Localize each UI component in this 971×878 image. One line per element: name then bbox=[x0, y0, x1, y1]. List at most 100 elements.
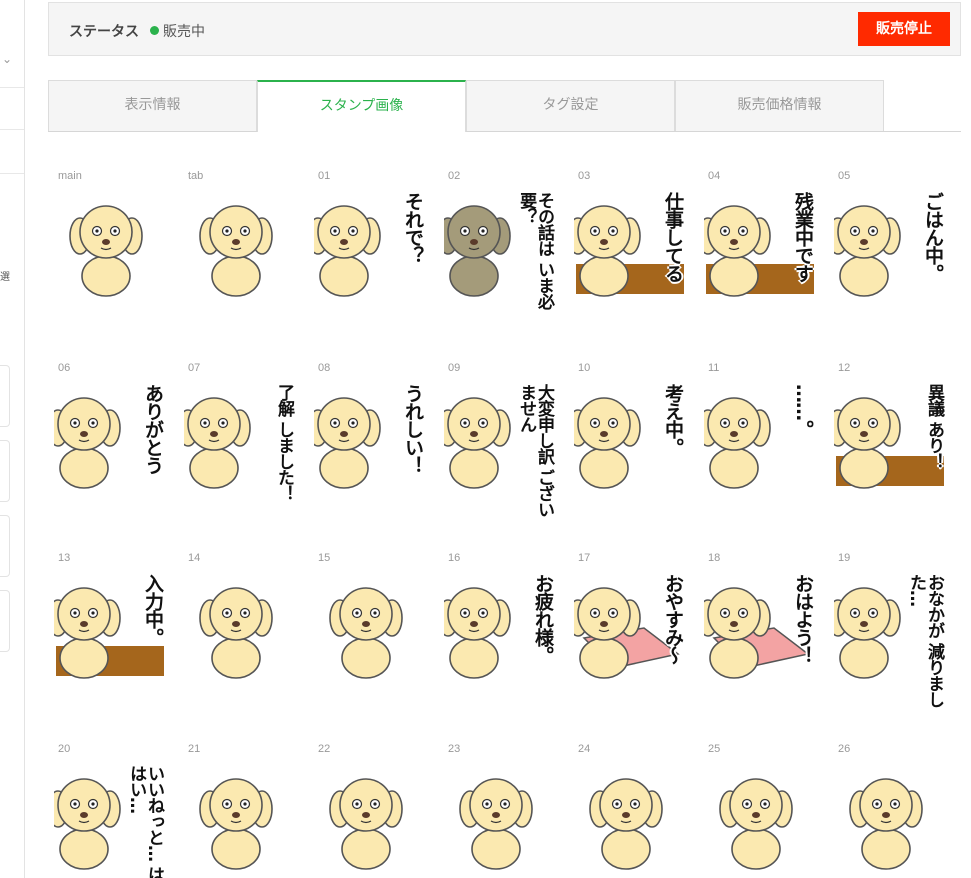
status-bar: ステータス 販売中 販売停止 bbox=[48, 2, 961, 56]
sticker-id: 13 bbox=[58, 552, 71, 564]
sticker-id: 12 bbox=[838, 362, 851, 374]
sticker-cell[interactable]: 14 bbox=[178, 552, 298, 722]
sticker-caption: うれしい！ bbox=[402, 384, 424, 474]
sticker-id: 14 bbox=[188, 552, 201, 564]
sticker-cell[interactable]: 24 bbox=[568, 743, 688, 878]
sticker-id: 18 bbox=[708, 552, 721, 564]
sticker-cell[interactable]: 07 了解 しました！ bbox=[178, 362, 298, 532]
sidebar-card[interactable] bbox=[0, 590, 10, 652]
sticker-id: 06 bbox=[58, 362, 71, 374]
sticker-cell[interactable]: 01 それで？ bbox=[308, 170, 428, 340]
sticker-cell[interactable]: 08 うれしい！ bbox=[308, 362, 428, 532]
sticker-cell[interactable]: 25 bbox=[698, 743, 818, 878]
sticker-caption: 大変申し訳 ございません bbox=[516, 384, 554, 517]
status-label: ステータス bbox=[69, 24, 139, 40]
sidebar-card[interactable] bbox=[0, 440, 10, 502]
sticker-cell[interactable]: 02 その話は いま必要？ bbox=[438, 170, 558, 340]
sticker-caption: 異議 あり！ bbox=[924, 384, 944, 469]
sticker-cell[interactable]: 09 大変申し訳 ございません bbox=[438, 362, 558, 532]
sticker-cell[interactable]: 22 bbox=[308, 743, 428, 878]
sidebar-item[interactable] bbox=[0, 88, 24, 130]
dog-sitting-icon bbox=[719, 778, 793, 870]
dog-face-icon bbox=[199, 205, 273, 297]
sticker-caption: ……。 bbox=[792, 384, 814, 438]
sticker-id: 26 bbox=[838, 743, 851, 755]
sticker-cell[interactable]: 13 入力中。 bbox=[48, 552, 168, 722]
sticker-cell[interactable]: 04 残業中です bbox=[698, 170, 818, 340]
dog-side-pose-icon bbox=[329, 587, 403, 679]
tab-bar: 表示情報 スタンプ画像 タグ設定 販売価格情報 bbox=[48, 80, 961, 132]
sticker-caption: 残業中です bbox=[792, 192, 814, 282]
sticker-id: 08 bbox=[318, 362, 331, 374]
dog-holding-meat-icon bbox=[69, 205, 143, 297]
sidebar-card[interactable] bbox=[0, 515, 10, 577]
dog-arms-crossed-icon bbox=[199, 587, 273, 679]
sticker-caption: 仕事してる bbox=[662, 192, 684, 282]
dog-sitting-icon bbox=[589, 778, 663, 870]
sticker-cell[interactable]: main bbox=[48, 170, 168, 340]
sticker-caption: おやすみ～ bbox=[662, 574, 684, 664]
sticker-id: 20 bbox=[58, 743, 71, 755]
sticker-cell[interactable]: 26 bbox=[828, 743, 948, 878]
sticker-id: 17 bbox=[578, 552, 591, 564]
sticker-caption: 考え中。 bbox=[662, 384, 684, 456]
sticker-id: 10 bbox=[578, 362, 591, 374]
sticker-caption: 了解 しました！ bbox=[274, 384, 294, 501]
sticker-caption: ありがとう bbox=[142, 384, 164, 474]
sticker-cell[interactable]: 03 仕事してる bbox=[568, 170, 688, 340]
sticker-cell[interactable]: 12 異議 あり！ bbox=[828, 362, 948, 532]
sticker-cell[interactable]: 20 いいねっと… はいはい… bbox=[48, 743, 168, 878]
sticker-caption: それで？ bbox=[402, 192, 424, 264]
sticker-id: 11 bbox=[708, 362, 720, 374]
sticker-id: 21 bbox=[188, 743, 201, 755]
sticker-id: 04 bbox=[708, 170, 721, 182]
sticker-id: 24 bbox=[578, 743, 591, 755]
sidebar-item[interactable] bbox=[0, 130, 24, 174]
tab-sales-price-info[interactable]: 販売価格情報 bbox=[675, 80, 884, 131]
sticker-cell[interactable]: 19 おなかが 減りました… bbox=[828, 552, 948, 722]
sticker-caption: いいねっと… はいはい… bbox=[126, 765, 164, 878]
sticker-cell[interactable]: 16 お疲れ様。 bbox=[438, 552, 558, 722]
sticker-cell[interactable]: 17 おやすみ～ bbox=[568, 552, 688, 722]
tab-sticker-images[interactable]: スタンプ画像 bbox=[257, 80, 466, 132]
sticker-id: 09 bbox=[448, 362, 461, 374]
status-value: 販売中 bbox=[163, 24, 205, 40]
sticker-cell[interactable]: 15 bbox=[308, 552, 428, 722]
sticker-id: 22 bbox=[318, 743, 331, 755]
sticker-cell[interactable]: 23 bbox=[438, 743, 558, 878]
sticker-id: tab bbox=[188, 170, 204, 182]
dog-peeking-icon bbox=[199, 778, 273, 870]
tab-tag-settings[interactable]: タグ設定 bbox=[466, 80, 675, 131]
sticker-id: 19 bbox=[838, 552, 851, 564]
sticker-cell[interactable]: 21 bbox=[178, 743, 298, 878]
sticker-id: 25 bbox=[708, 743, 721, 755]
stop-sales-button[interactable]: 販売停止 bbox=[858, 12, 950, 46]
status-dot-icon bbox=[150, 26, 159, 35]
sticker-id: 02 bbox=[448, 170, 461, 182]
sticker-cell[interactable]: 11 ……。 bbox=[698, 362, 818, 532]
left-sidebar: ⌄ 選 bbox=[0, 0, 25, 878]
sticker-id: 23 bbox=[448, 743, 461, 755]
sticker-id: 03 bbox=[578, 170, 591, 182]
sticker-cell[interactable]: 05 ごはん中。 bbox=[828, 170, 948, 340]
sticker-id: 07 bbox=[188, 362, 201, 374]
sticker-id: 01 bbox=[318, 170, 331, 182]
sticker-caption: 入力中。 bbox=[142, 574, 164, 646]
sticker-caption: おなかが 減りました… bbox=[906, 574, 944, 707]
tab-display-info[interactable]: 表示情報 bbox=[48, 80, 257, 131]
dog-peeking-icon bbox=[329, 778, 403, 870]
sticker-cell[interactable]: tab bbox=[178, 170, 298, 340]
sticker-cell[interactable]: 10 考え中。 bbox=[568, 362, 688, 532]
sticker-caption: その話は いま必要？ bbox=[516, 192, 554, 309]
sticker-id: 05 bbox=[838, 170, 851, 182]
sticker-cell[interactable]: 18 おはよう！ bbox=[698, 552, 818, 722]
sticker-management-page: ⌄ 選 ステータス 販売中 販売停止 表示情報 スタンプ画像 タグ設定 販売価格… bbox=[0, 0, 971, 878]
sticker-id: main bbox=[58, 170, 82, 182]
sidebar-card[interactable] bbox=[0, 365, 10, 427]
sticker-cell[interactable]: 06 ありがとう bbox=[48, 362, 168, 532]
dog-with-bowl-icon bbox=[849, 778, 923, 870]
sticker-id: 16 bbox=[448, 552, 461, 564]
chevron-down-icon[interactable]: ⌄ bbox=[2, 52, 12, 66]
sticker-caption: ごはん中。 bbox=[922, 192, 944, 282]
sidebar-mini-label[interactable]: 選 bbox=[0, 268, 10, 283]
